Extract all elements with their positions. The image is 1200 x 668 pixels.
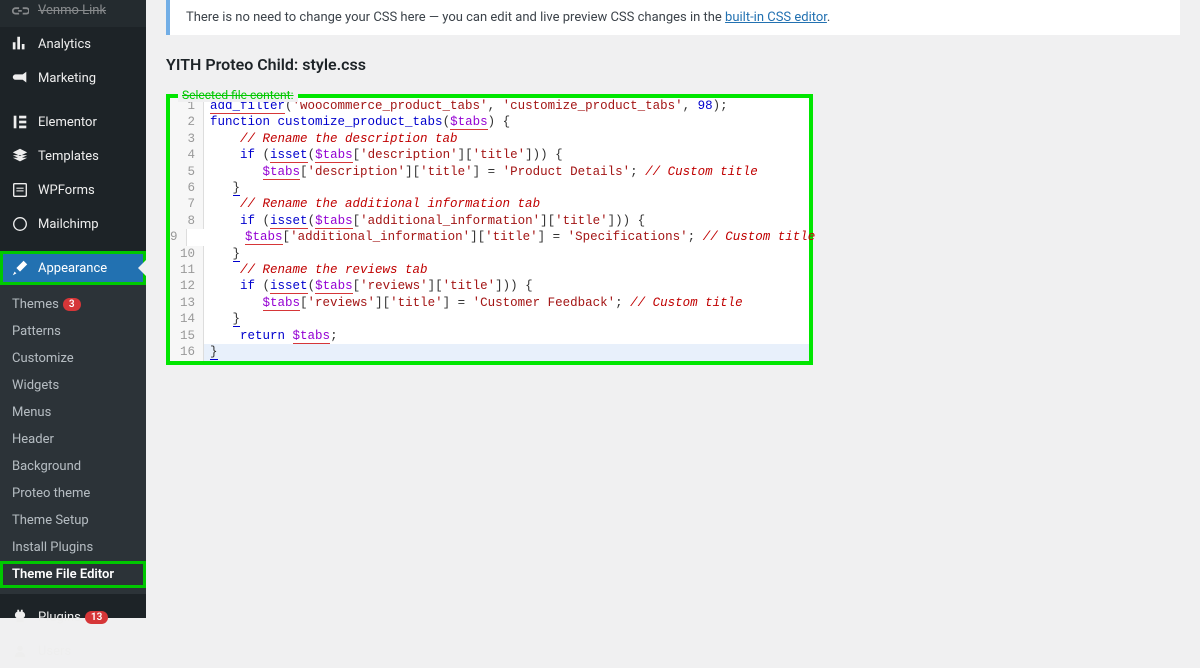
admin-sidebar: Venmo Link Analytics Marketing Elementor… [0, 0, 146, 618]
mailchimp-icon [10, 214, 30, 234]
sub-item-themes[interactable]: Themes 3 [0, 291, 146, 318]
user-icon [10, 641, 30, 661]
sidebar-label: Plugins [38, 610, 81, 625]
chart-icon [10, 34, 30, 54]
sidebar-label: Elementor [38, 115, 97, 130]
themes-badge: 3 [63, 298, 81, 311]
sidebar-item-analytics[interactable]: Analytics [0, 27, 146, 61]
sidebar-label: Analytics [38, 37, 91, 52]
sub-label: Customize [12, 351, 74, 366]
code-editor-box: Selected file content: 1add_filter('wooc… [166, 94, 813, 365]
sidebar-item-mailchimp[interactable]: Mailchimp [0, 207, 146, 241]
sub-item-header[interactable]: Header [0, 426, 146, 453]
sidebar-label: Users [38, 644, 71, 659]
plugin-icon [10, 607, 30, 627]
link-icon [10, 0, 30, 20]
sub-item-customize[interactable]: Customize [0, 345, 146, 372]
sub-label: Patterns [12, 324, 61, 339]
sub-label: Themes [12, 297, 59, 312]
sub-item-widgets[interactable]: Widgets [0, 372, 146, 399]
sidebar-item-appearance[interactable]: Appearance [0, 251, 146, 285]
sidebar-item-marketing[interactable]: Marketing [0, 61, 146, 95]
megaphone-icon [10, 68, 30, 88]
sub-label: Background [12, 459, 81, 474]
sidebar-label: Mailchimp [38, 217, 99, 232]
sub-item-proteo-theme[interactable]: Proteo theme [0, 480, 146, 507]
sub-item-install-plugins[interactable]: Install Plugins [0, 534, 146, 561]
sidebar-label: Templates [38, 149, 99, 164]
sidebar-item-wpforms[interactable]: WPForms [0, 173, 146, 207]
sub-label: Theme File Editor [12, 567, 114, 582]
code-editor[interactable]: 1add_filter('woocommerce_product_tabs', … [170, 98, 809, 361]
sidebar-item-plugins[interactable]: Plugins 13 [0, 600, 146, 634]
appearance-submenu: Themes 3 Patterns Customize Widgets Menus… [0, 285, 146, 594]
elementor-icon [10, 112, 30, 132]
editor-label: Selected file content: [178, 88, 298, 102]
sub-label: Menus [12, 405, 51, 420]
sub-label: Proteo theme [12, 486, 90, 501]
notice-prefix: There is no need to change your CSS here… [186, 10, 725, 25]
file-heading: YITH Proteo Child: style.css [166, 55, 1180, 74]
builtin-css-editor-link[interactable]: built-in CSS editor [725, 10, 827, 25]
sidebar-label: Marketing [38, 71, 96, 86]
plugins-badge: 13 [85, 611, 108, 624]
sub-label: Header [12, 432, 54, 447]
sidebar-label: Appearance [38, 261, 107, 276]
sidebar-item-venmo-link[interactable]: Venmo Link [0, 0, 146, 27]
sub-item-theme-setup[interactable]: Theme Setup [0, 507, 146, 534]
sub-item-background[interactable]: Background [0, 453, 146, 480]
brush-icon [10, 258, 30, 278]
sidebar-label: Venmo Link [38, 3, 106, 18]
notice-suffix: . [827, 10, 830, 25]
wpforms-icon [10, 180, 30, 200]
sidebar-item-elementor[interactable]: Elementor [0, 105, 146, 139]
main-content: There is no need to change your CSS here… [146, 0, 1200, 618]
css-notice: There is no need to change your CSS here… [166, 0, 1180, 35]
layers-icon [10, 146, 30, 166]
sub-label: Widgets [12, 378, 59, 393]
sub-item-theme-file-editor[interactable]: Theme File Editor [0, 561, 146, 588]
sub-label: Theme Setup [12, 513, 89, 528]
sub-item-patterns[interactable]: Patterns [0, 318, 146, 345]
sidebar-item-users[interactable]: Users [0, 634, 146, 668]
sub-label: Install Plugins [12, 540, 93, 555]
sidebar-label: WPForms [38, 183, 95, 198]
sidebar-item-templates[interactable]: Templates [0, 139, 146, 173]
sub-item-menus[interactable]: Menus [0, 399, 146, 426]
